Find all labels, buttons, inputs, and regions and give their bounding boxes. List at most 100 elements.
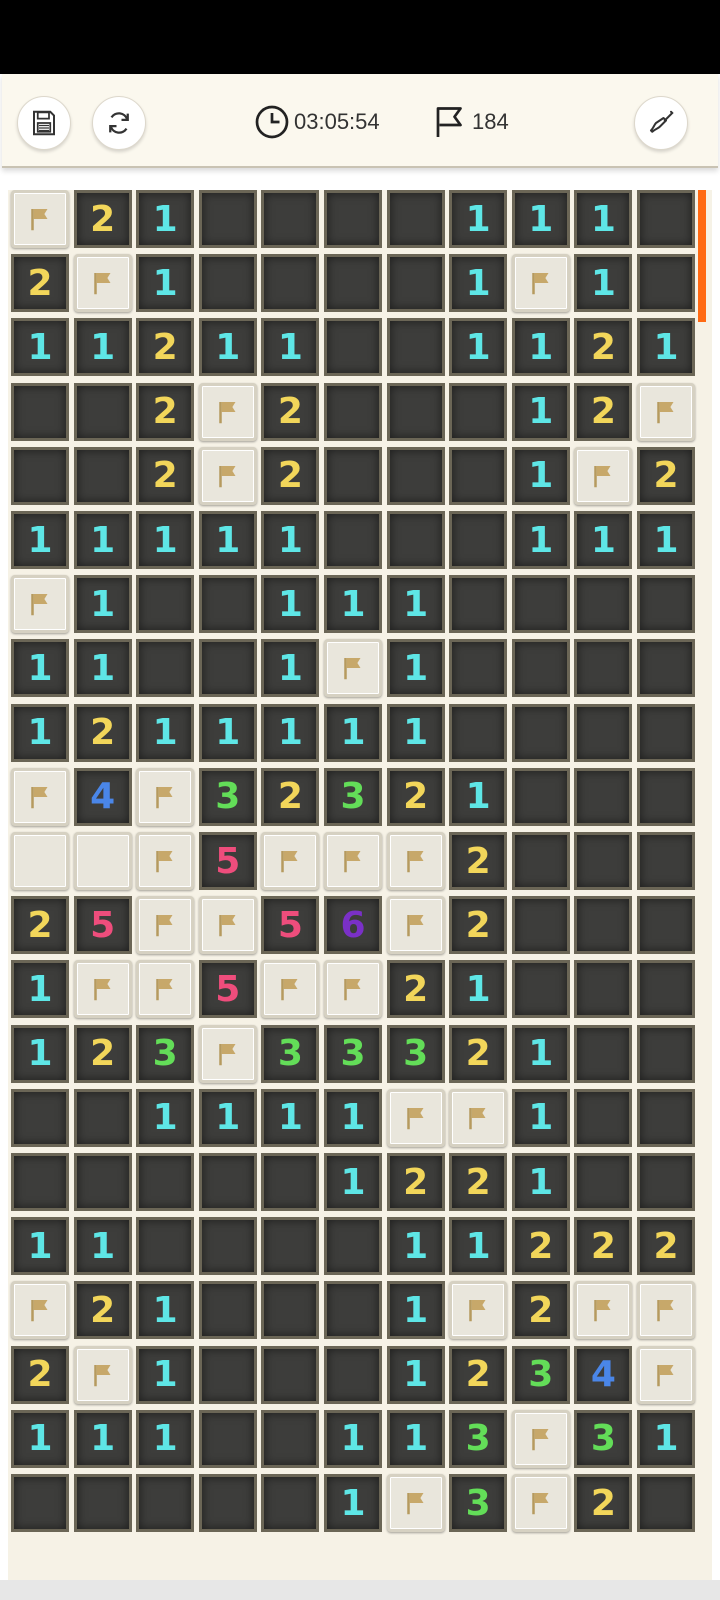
empty-cell[interactable] bbox=[324, 190, 382, 248]
number-cell[interactable]: 1 bbox=[324, 1474, 382, 1532]
empty-cell[interactable] bbox=[449, 511, 508, 569]
number-cell[interactable]: 1 bbox=[73, 1409, 132, 1468]
empty-cell[interactable] bbox=[11, 382, 69, 441]
empty-cell[interactable] bbox=[198, 1474, 257, 1532]
empty-cell[interactable] bbox=[324, 511, 382, 569]
number-cell[interactable]: 1 bbox=[11, 1024, 69, 1083]
empty-cell[interactable] bbox=[324, 1281, 382, 1340]
flagged-cell[interactable] bbox=[511, 254, 570, 313]
restart-button[interactable] bbox=[92, 96, 146, 150]
empty-cell[interactable] bbox=[637, 1153, 695, 1211]
flagged-cell[interactable] bbox=[11, 190, 69, 248]
number-cell[interactable]: 1 bbox=[449, 190, 508, 248]
number-cell[interactable]: 1 bbox=[511, 1088, 570, 1147]
number-cell[interactable]: 4 bbox=[574, 1345, 633, 1404]
flagged-cell[interactable] bbox=[386, 1088, 445, 1147]
empty-cell[interactable] bbox=[198, 254, 257, 313]
flagged-cell[interactable] bbox=[198, 896, 257, 955]
flagged-cell[interactable] bbox=[261, 832, 320, 890]
empty-cell[interactable] bbox=[73, 1088, 132, 1147]
empty-cell[interactable] bbox=[637, 190, 695, 248]
empty-cell[interactable] bbox=[511, 832, 570, 890]
empty-cell[interactable] bbox=[449, 382, 508, 441]
empty-cell[interactable] bbox=[73, 1153, 132, 1211]
empty-cell[interactable] bbox=[511, 767, 570, 826]
empty-cell[interactable] bbox=[198, 1345, 257, 1404]
empty-cell[interactable] bbox=[511, 639, 570, 698]
number-cell[interactable]: 3 bbox=[449, 1474, 508, 1532]
empty-cell[interactable] bbox=[386, 511, 445, 569]
save-button[interactable] bbox=[17, 96, 71, 150]
number-cell[interactable]: 1 bbox=[511, 1153, 570, 1211]
empty-cell[interactable] bbox=[511, 896, 570, 955]
number-cell[interactable]: 2 bbox=[11, 1345, 69, 1404]
empty-cell[interactable] bbox=[511, 960, 570, 1019]
number-cell[interactable]: 1 bbox=[637, 1409, 695, 1468]
number-cell[interactable]: 1 bbox=[449, 960, 508, 1019]
number-cell[interactable]: 6 bbox=[324, 896, 382, 955]
flagged-cell[interactable] bbox=[136, 832, 195, 890]
number-cell[interactable]: 2 bbox=[449, 1153, 508, 1211]
empty-cell[interactable] bbox=[386, 318, 445, 377]
empty-cell[interactable] bbox=[324, 1217, 382, 1276]
empty-cell[interactable] bbox=[261, 1409, 320, 1468]
number-cell[interactable]: 1 bbox=[198, 703, 257, 762]
number-cell[interactable]: 1 bbox=[136, 190, 195, 248]
number-cell[interactable]: 3 bbox=[198, 767, 257, 826]
number-cell[interactable]: 1 bbox=[324, 1409, 382, 1468]
empty-cell[interactable] bbox=[136, 1153, 195, 1211]
empty-cell[interactable] bbox=[11, 446, 69, 505]
empty-cell[interactable] bbox=[386, 190, 445, 248]
empty-cell[interactable] bbox=[637, 1474, 695, 1532]
empty-cell[interactable] bbox=[261, 1345, 320, 1404]
number-cell[interactable]: 1 bbox=[136, 1281, 195, 1340]
number-cell[interactable]: 5 bbox=[198, 960, 257, 1019]
number-cell[interactable]: 1 bbox=[261, 511, 320, 569]
number-cell[interactable]: 1 bbox=[73, 575, 132, 634]
empty-cell[interactable] bbox=[637, 1024, 695, 1083]
empty-cell[interactable] bbox=[198, 1281, 257, 1340]
number-cell[interactable]: 1 bbox=[511, 382, 570, 441]
number-cell[interactable]: 1 bbox=[136, 511, 195, 569]
flagged-cell[interactable] bbox=[637, 1281, 695, 1340]
covered-cell[interactable] bbox=[11, 832, 69, 890]
empty-cell[interactable] bbox=[511, 703, 570, 762]
number-cell[interactable]: 2 bbox=[574, 382, 633, 441]
number-cell[interactable]: 2 bbox=[574, 1474, 633, 1532]
empty-cell[interactable] bbox=[637, 767, 695, 826]
empty-cell[interactable] bbox=[136, 575, 195, 634]
number-cell[interactable]: 3 bbox=[511, 1345, 570, 1404]
number-cell[interactable]: 2 bbox=[73, 1024, 132, 1083]
flagged-cell[interactable] bbox=[73, 254, 132, 313]
empty-cell[interactable] bbox=[574, 767, 633, 826]
empty-cell[interactable] bbox=[637, 639, 695, 698]
empty-cell[interactable] bbox=[386, 382, 445, 441]
number-cell[interactable]: 3 bbox=[136, 1024, 195, 1083]
flagged-cell[interactable] bbox=[198, 382, 257, 441]
hint-shovel-button[interactable] bbox=[634, 96, 688, 150]
number-cell[interactable]: 3 bbox=[324, 767, 382, 826]
flagged-cell[interactable] bbox=[386, 896, 445, 955]
flagged-cell[interactable] bbox=[198, 446, 257, 505]
flagged-cell[interactable] bbox=[386, 832, 445, 890]
empty-cell[interactable] bbox=[136, 639, 195, 698]
number-cell[interactable]: 1 bbox=[449, 767, 508, 826]
number-cell[interactable]: 1 bbox=[386, 1217, 445, 1276]
number-cell[interactable]: 1 bbox=[198, 318, 257, 377]
number-cell[interactable]: 1 bbox=[511, 511, 570, 569]
flagged-cell[interactable] bbox=[73, 960, 132, 1019]
flagged-cell[interactable] bbox=[136, 960, 195, 1019]
number-cell[interactable]: 2 bbox=[449, 832, 508, 890]
empty-cell[interactable] bbox=[574, 832, 633, 890]
empty-cell[interactable] bbox=[324, 318, 382, 377]
number-cell[interactable]: 1 bbox=[11, 511, 69, 569]
number-cell[interactable]: 1 bbox=[261, 1088, 320, 1147]
flagged-cell[interactable] bbox=[324, 960, 382, 1019]
number-cell[interactable]: 2 bbox=[73, 1281, 132, 1340]
empty-cell[interactable] bbox=[136, 1217, 195, 1276]
number-cell[interactable]: 2 bbox=[574, 1217, 633, 1276]
number-cell[interactable]: 1 bbox=[511, 446, 570, 505]
empty-cell[interactable] bbox=[324, 382, 382, 441]
number-cell[interactable]: 1 bbox=[511, 1024, 570, 1083]
number-cell[interactable]: 1 bbox=[261, 639, 320, 698]
